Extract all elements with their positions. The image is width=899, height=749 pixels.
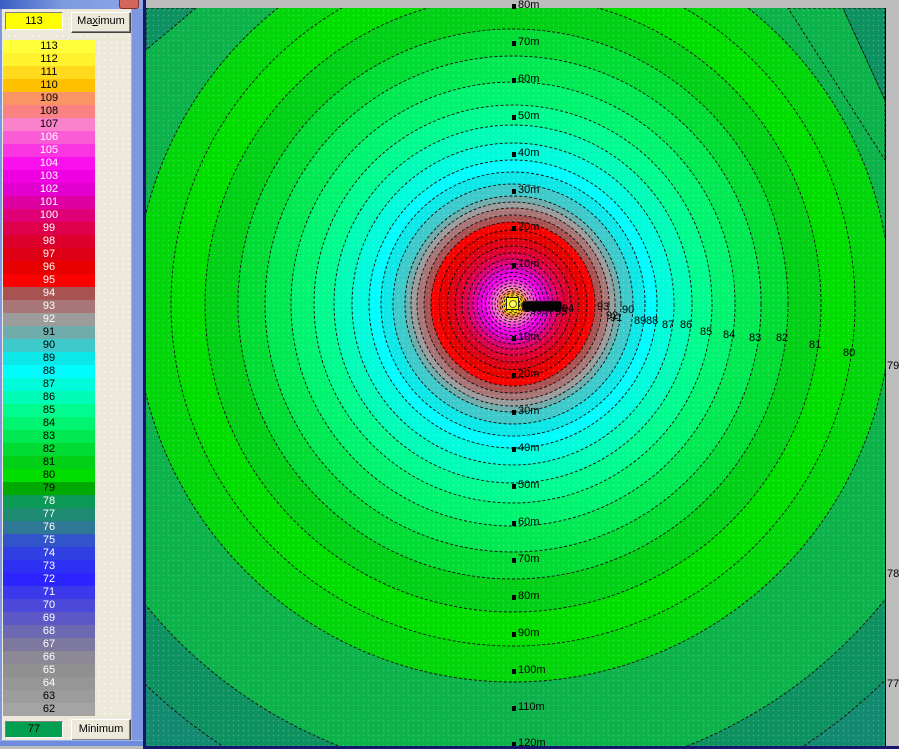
legend-row: 112	[3, 53, 95, 66]
panel-left-border	[0, 9, 2, 740]
legend-row: 62	[3, 703, 95, 716]
legend-row: 70	[3, 599, 95, 612]
contour-svg	[146, 8, 885, 746]
legend-row: 63	[3, 690, 95, 703]
panel-bottom-border	[0, 740, 143, 746]
legend-row: 90	[3, 339, 95, 352]
legend-row: 64	[3, 677, 95, 690]
legend-row: 89	[3, 352, 95, 365]
legend-row: 83	[3, 430, 95, 443]
legend-row: 65	[3, 664, 95, 677]
legend-row: 113	[3, 40, 95, 53]
legend-row: 78	[3, 495, 95, 508]
legend-row: 98	[3, 235, 95, 248]
source-ring-icon	[509, 300, 517, 308]
legend-row: 96	[3, 261, 95, 274]
legend-row: 82	[3, 443, 95, 456]
legend-row: 67	[3, 638, 95, 651]
legend: 1131121111101091081071061051041031021011…	[3, 40, 95, 716]
legend-row: 95	[3, 274, 95, 287]
legend-row: 92	[3, 313, 95, 326]
legend-row: 102	[3, 183, 95, 196]
legend-row: 86	[3, 391, 95, 404]
legend-row: 72	[3, 573, 95, 586]
legend-row: 69	[3, 612, 95, 625]
minimum-button[interactable]: Minimum	[71, 719, 131, 741]
maximum-value-field[interactable]: 113	[5, 12, 63, 30]
legend-row: 81	[3, 456, 95, 469]
legend-row: 100	[3, 209, 95, 222]
panel-right-border	[131, 9, 143, 746]
legend-row: 110	[3, 79, 95, 92]
legend-row: 76	[3, 521, 95, 534]
minimum-button-label: Minimum	[79, 723, 124, 735]
legend-row: 103	[3, 170, 95, 183]
legend-row: 91	[3, 326, 95, 339]
legend-row: 84	[3, 417, 95, 430]
legend-row: 97	[3, 248, 95, 261]
contour-map-canvas[interactable]	[146, 8, 886, 746]
maximum-button[interactable]: Maximum	[71, 12, 131, 33]
legend-row: 93	[3, 300, 95, 313]
legend-row: 87	[3, 378, 95, 391]
legend-row: 105	[3, 144, 95, 157]
legend-row: 77	[3, 508, 95, 521]
edge-contour-label: 79	[887, 361, 899, 372]
app-root: { "panel": { "max_field": "113", "min_fi…	[0, 0, 899, 749]
legend-row: 109	[3, 92, 95, 105]
legend-row: 85	[3, 404, 95, 417]
edge-contour-label: 78	[887, 569, 899, 580]
legend-row: 107	[3, 118, 95, 131]
scale-panel-window: 113 Maximum 1131121111101091081071061051…	[0, 0, 143, 746]
legend-row: 75	[3, 534, 95, 547]
legend-row: 104	[3, 157, 95, 170]
legend-row: 99	[3, 222, 95, 235]
contour-map-window: 1009998979695949392919089888786858483828…	[143, 0, 899, 749]
maximum-button-label: Maximum	[77, 15, 125, 27]
legend-row: 111	[3, 66, 95, 79]
legend-row: 106	[3, 131, 95, 144]
panel-title-bar[interactable]	[0, 0, 143, 9]
legend-row: 101	[3, 196, 95, 209]
legend-row: 108	[3, 105, 95, 118]
noise-source-marker[interactable]	[506, 297, 519, 310]
legend-row: 73	[3, 560, 95, 573]
legend-row: 94	[3, 287, 95, 300]
legend-row: 66	[3, 651, 95, 664]
legend-row: 68	[3, 625, 95, 638]
legend-row: 79	[3, 482, 95, 495]
legend-row: 71	[3, 586, 95, 599]
legend-row: 80	[3, 469, 95, 482]
minimum-value-field[interactable]: 77	[5, 721, 63, 738]
edge-contour-label: 77	[887, 679, 899, 690]
close-icon[interactable]	[119, 0, 139, 9]
legend-row: 88	[3, 365, 95, 378]
legend-row: 74	[3, 547, 95, 560]
